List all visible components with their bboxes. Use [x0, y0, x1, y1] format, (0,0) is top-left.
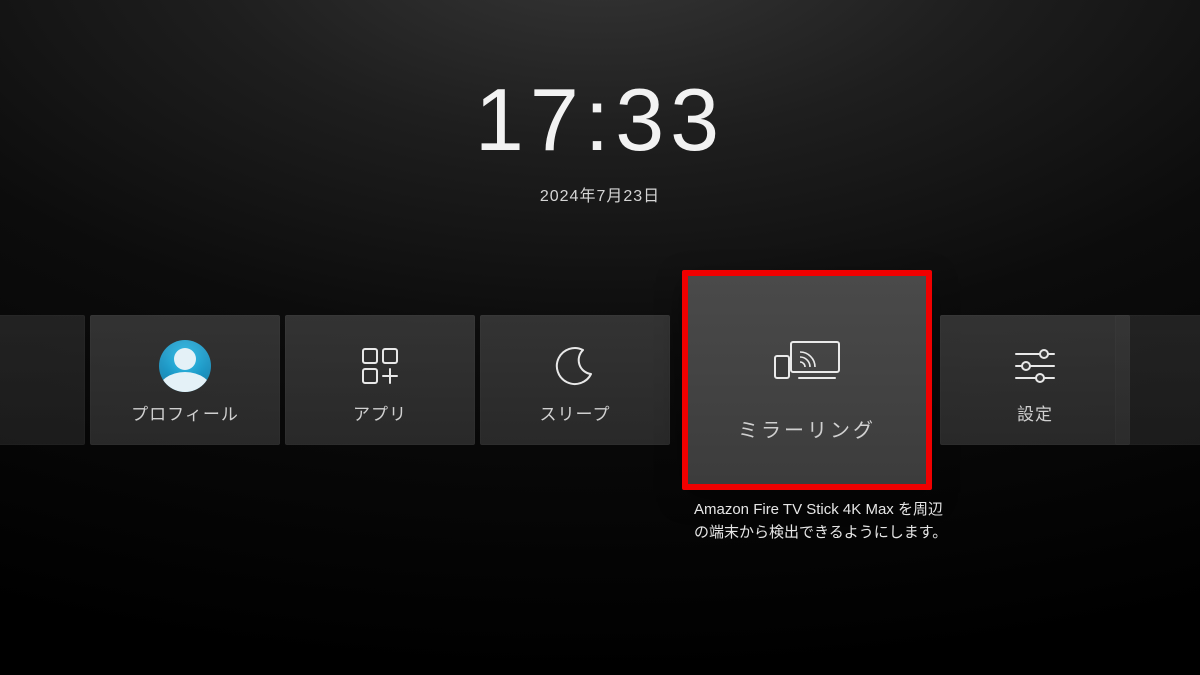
- clock-date: 2024年7月23日: [0, 182, 1200, 206]
- tile-label: プロフィール: [131, 400, 239, 425]
- tile-apps[interactable]: アプリ: [285, 315, 475, 445]
- clock-time: 17:33: [0, 76, 1200, 164]
- tile-label: スリープ: [540, 400, 611, 425]
- tile-profile[interactable]: プロフィール: [90, 315, 280, 445]
- apps-grid-icon: [358, 336, 402, 396]
- tile-offscreen-left[interactable]: [0, 315, 85, 445]
- tile-mirroring[interactable]: ミラーリング: [687, 275, 927, 485]
- tile-description: Amazon Fire TV Stick 4K Max を周辺の端末から検出でき…: [694, 498, 954, 545]
- profile-avatar-icon: [159, 336, 211, 396]
- sliders-icon: [1012, 336, 1058, 396]
- tile-settings[interactable]: 設定: [940, 315, 1130, 445]
- description-line1: Amazon Fire TV Stick 4K Max: [694, 501, 894, 518]
- tile-offscreen-right[interactable]: [1115, 315, 1200, 445]
- moon-icon: [553, 336, 597, 396]
- tile-label: ミラーリング: [738, 414, 876, 443]
- tile-label: 設定: [1017, 400, 1053, 425]
- screen-mirroring-icon: [769, 320, 845, 404]
- clock: 17:33 2024年7月23日: [0, 76, 1200, 206]
- quick-settings-row: プロフィール アプリ スリープ: [0, 275, 1200, 485]
- tile-label: アプリ: [353, 400, 407, 425]
- tile-sleep[interactable]: スリープ: [480, 315, 670, 445]
